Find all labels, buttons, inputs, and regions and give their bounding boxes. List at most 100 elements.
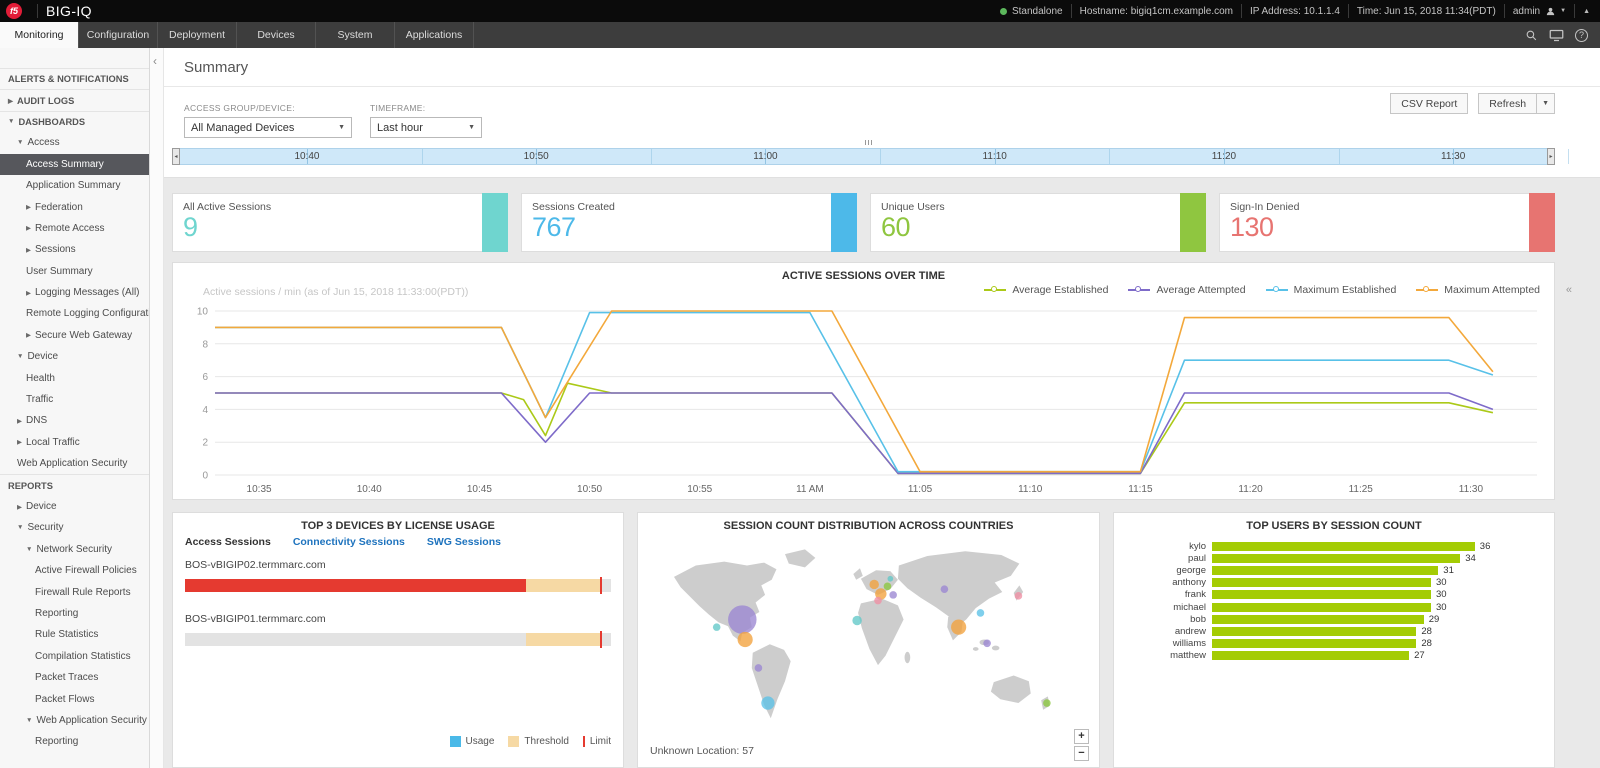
search-icon[interactable] bbox=[1525, 29, 1538, 42]
help-icon[interactable]: ? bbox=[1575, 29, 1588, 42]
legend-label: Maximum Attempted bbox=[1444, 284, 1540, 296]
sidebar-item-label: Web Application Security bbox=[36, 715, 146, 726]
sidebar-item-remote-logging-configuration[interactable]: Remote Logging Configuration bbox=[0, 303, 149, 324]
sidebar-item-network-security[interactable]: ▼Network Security bbox=[0, 539, 149, 560]
chevron-down-icon: ▼ bbox=[17, 524, 23, 531]
sidebar-item-web-application-security[interactable]: ▼ Web Application Security bbox=[0, 710, 149, 731]
time-range-slider[interactable]: 10:4010:5011:0011:1011:2011:30 bbox=[172, 148, 1555, 165]
user-value: 31 bbox=[1443, 565, 1454, 576]
zoom-out-button[interactable]: − bbox=[1074, 746, 1089, 761]
sidebar-item-health[interactable]: Health bbox=[0, 367, 149, 388]
metric-label: Sign-In Denied bbox=[1230, 201, 1544, 213]
user-session-bar bbox=[1212, 603, 1431, 612]
sidebar-item-federation[interactable]: ▶Federation bbox=[0, 196, 149, 217]
tab-configuration[interactable]: Configuration bbox=[79, 22, 158, 48]
license-tab-swg-sessions[interactable]: SWG Sessions bbox=[427, 536, 501, 548]
sidebar-item-reporting[interactable]: Reporting bbox=[0, 731, 149, 752]
sidebar-item-device[interactable]: ▶Device bbox=[0, 496, 149, 517]
slider-grip-icon[interactable] bbox=[864, 140, 873, 145]
sidebar-item-access[interactable]: ▼Access bbox=[0, 132, 149, 153]
tab-system[interactable]: System bbox=[316, 22, 395, 48]
sidebar-item-label: Application Summary bbox=[26, 180, 120, 191]
license-tab-access-sessions[interactable]: Access Sessions bbox=[185, 536, 271, 548]
user-label: matthew bbox=[1124, 650, 1212, 661]
tab-devices[interactable]: Devices bbox=[237, 22, 316, 48]
chevron-down-icon: ▼ bbox=[17, 139, 23, 146]
license-tab-connectivity-sessions[interactable]: Connectivity Sessions bbox=[293, 536, 405, 548]
sidebar-item-packet-traces[interactable]: Packet Traces bbox=[0, 667, 149, 688]
chevron-down-icon: ▼ bbox=[8, 118, 14, 125]
divider bbox=[1241, 4, 1242, 18]
sidebar-item-sessions[interactable]: ▶Sessions bbox=[0, 239, 149, 260]
sidebar-item-local-traffic[interactable]: ▶Local Traffic bbox=[0, 432, 149, 453]
legend-item-average-attempted[interactable]: Average Attempted bbox=[1128, 284, 1245, 296]
metric-card-sessions-created[interactable]: Sessions Created767 bbox=[521, 193, 857, 252]
sidebar-item-remote-access[interactable]: ▶Remote Access bbox=[0, 218, 149, 239]
user-label: paul bbox=[1124, 553, 1212, 564]
legend-item-average-established[interactable]: Average Established bbox=[984, 284, 1108, 296]
world-map[interactable] bbox=[642, 537, 1095, 741]
x-axis-label: 11:05 bbox=[908, 484, 933, 495]
sidebar-collapse-strip: ‹ bbox=[150, 48, 164, 768]
access-group-select[interactable]: All Managed Devices ▼ bbox=[184, 117, 352, 138]
user-session-bar bbox=[1212, 651, 1409, 660]
metric-card-sign-in-denied[interactable]: Sign-In Denied130 bbox=[1219, 193, 1555, 252]
zoom-in-button[interactable]: + bbox=[1074, 729, 1089, 744]
tab-deployment[interactable]: Deployment bbox=[158, 22, 237, 48]
sidebar-item-packet-flows[interactable]: Packet Flows bbox=[0, 688, 149, 709]
sidebar-item-audit-logs[interactable]: ▶AUDIT LOGS bbox=[0, 89, 149, 110]
csv-report-button[interactable]: CSV Report bbox=[1390, 93, 1468, 114]
refresh-dropdown-caret[interactable]: ▼ bbox=[1536, 94, 1554, 113]
legend-label: Limit bbox=[590, 736, 611, 747]
sidebar-item-logging-messages-all[interactable]: ▶Logging Messages (All) bbox=[0, 282, 149, 303]
metric-card-all-active-sessions[interactable]: All Active Sessions9 bbox=[172, 193, 508, 252]
metric-card-unique-users[interactable]: Unique Users60 bbox=[870, 193, 1206, 252]
sidebar-item-web-application-security[interactable]: Web Application Security bbox=[0, 453, 149, 474]
sidebar-item-label: Reporting bbox=[35, 608, 78, 619]
top-users-panel: TOP USERS BY SESSION COUNT kylo36paul34g… bbox=[1113, 512, 1555, 768]
license-panel-title: TOP 3 DEVICES BY LICENSE USAGE bbox=[173, 520, 623, 532]
tab-monitoring[interactable]: Monitoring bbox=[0, 22, 79, 48]
slider-right-handle[interactable]: ▸ bbox=[1547, 148, 1555, 165]
refresh-button[interactable]: Refresh bbox=[1479, 94, 1536, 113]
metric-value: 60 bbox=[881, 213, 1195, 241]
chevron-down-icon: ▼ bbox=[26, 717, 32, 724]
tab-applications[interactable]: Applications bbox=[395, 22, 474, 48]
sidebar-item-security[interactable]: ▼Security bbox=[0, 517, 149, 538]
sidebar-item-reporting[interactable]: Reporting bbox=[0, 603, 149, 624]
legend-label: Usage bbox=[466, 736, 495, 747]
collapse-sidebar-icon[interactable]: ‹ bbox=[153, 54, 157, 68]
sidebar-item-application-summary[interactable]: Application Summary bbox=[0, 175, 149, 196]
sidebar-item-access-summary[interactable]: Access Summary bbox=[0, 154, 149, 175]
chevron-right-icon: ▶ bbox=[26, 289, 31, 297]
sidebar-item-reports[interactable]: REPORTS bbox=[0, 474, 149, 495]
timeframe-value: Last hour bbox=[377, 122, 423, 134]
sidebar-item-dashboards[interactable]: ▼DASHBOARDS bbox=[0, 111, 149, 132]
sidebar-item-active-firewall-policies[interactable]: Active Firewall Policies bbox=[0, 560, 149, 581]
sidebar-item-traffic[interactable]: Traffic bbox=[0, 389, 149, 410]
sidebar-item-dns[interactable]: ▶DNS bbox=[0, 410, 149, 431]
user-menu[interactable]: admin ▼ bbox=[1513, 6, 1566, 17]
sidebar-item-secure-web-gateway[interactable]: ▶Secure Web Gateway bbox=[0, 325, 149, 346]
sidebar-item-compilation-statistics[interactable]: Compilation Statistics bbox=[0, 646, 149, 667]
slider-time-label: 11:10 bbox=[983, 151, 1007, 162]
sidebar-item-firewall-rule-reports[interactable]: Firewall Rule Reports bbox=[0, 581, 149, 602]
timeframe-select[interactable]: Last hour ▼ bbox=[370, 117, 482, 138]
sidebar-item-user-summary[interactable]: User Summary bbox=[0, 261, 149, 282]
slider-left-handle[interactable]: ◂ bbox=[172, 148, 180, 165]
user-label: bob bbox=[1124, 614, 1212, 625]
session-count-bubble bbox=[983, 639, 991, 647]
legend-marker bbox=[984, 289, 1006, 291]
legend-item-maximum-established[interactable]: Maximum Established bbox=[1266, 284, 1397, 296]
device-monitor-icon[interactable] bbox=[1549, 29, 1564, 42]
sidebar-item-device[interactable]: ▼Device bbox=[0, 346, 149, 367]
sidebar-item-alerts-notifications[interactable]: ALERTS & NOTIFICATIONS bbox=[0, 68, 149, 89]
sidebar-item-rule-statistics[interactable]: Rule Statistics bbox=[0, 624, 149, 645]
collapse-topbar-icon[interactable]: ▲ bbox=[1583, 8, 1590, 15]
expand-panel-icon[interactable]: « bbox=[1566, 284, 1572, 296]
sidebar-item-label: Device bbox=[27, 351, 58, 362]
x-axis-label: 11:10 bbox=[1018, 484, 1043, 495]
access-group-value: All Managed Devices bbox=[191, 122, 294, 134]
legend-item-maximum-attempted[interactable]: Maximum Attempted bbox=[1416, 284, 1540, 296]
session-count-bubble bbox=[713, 623, 721, 631]
